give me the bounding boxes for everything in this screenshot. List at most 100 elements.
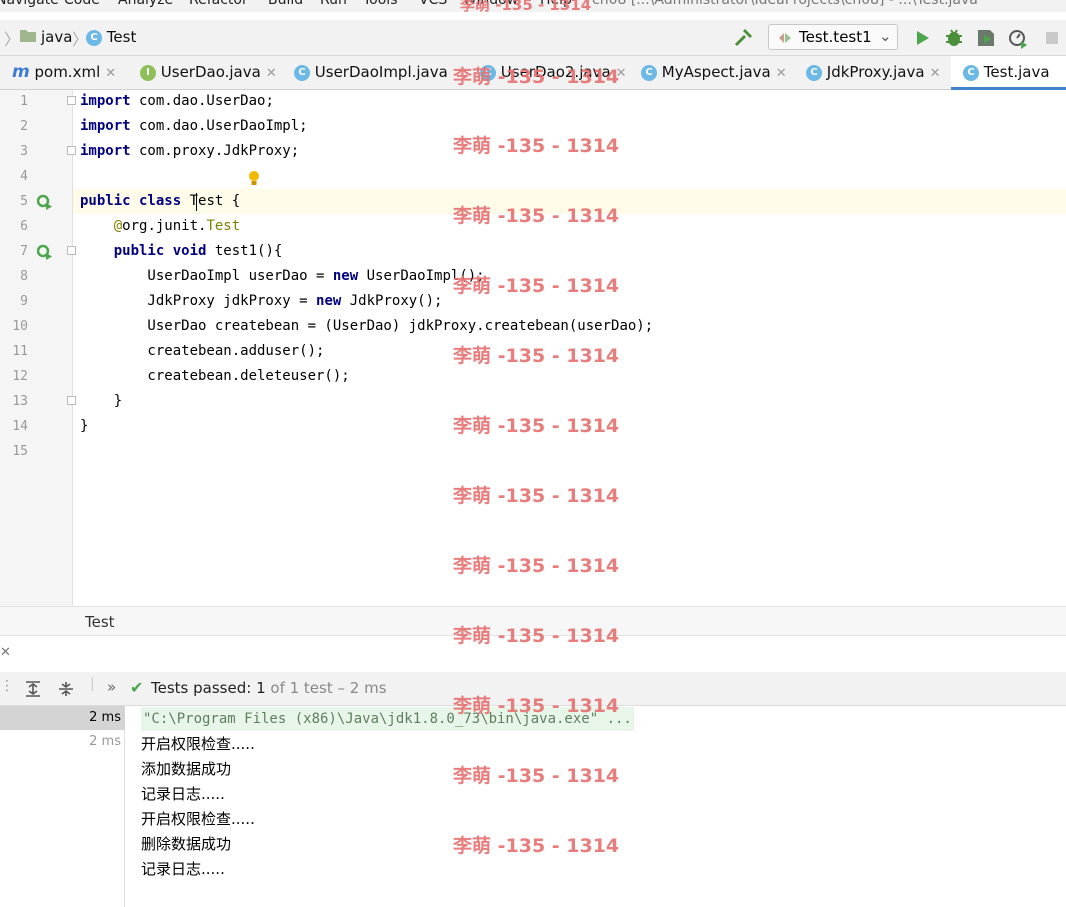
test-tree-row[interactable]: 2 ms: [0, 730, 125, 754]
toolbar-grip-icon: ⋮: [0, 678, 14, 694]
code-line: JdkProxy jdkProxy = new JdkProxy();: [80, 293, 443, 309]
class-icon: C: [294, 64, 310, 81]
tab-test-java[interactable]: C Test.java: [951, 56, 1066, 90]
breadcrumb-class[interactable]: C Test: [86, 28, 136, 46]
line-number: 1: [20, 94, 28, 109]
run-test-gutter-icon[interactable]: [37, 244, 53, 260]
collapse-all-icon[interactable]: [57, 680, 75, 698]
debug-icon[interactable]: [943, 27, 965, 49]
tab-userdaoimpl-java[interactable]: C UserDaoImpl.java: [294, 56, 448, 90]
watermark: 李萌 -135 - 1314: [453, 765, 620, 787]
menu-refactor[interactable]: Refactor: [189, 0, 248, 8]
fold-marker-icon[interactable]: [67, 146, 76, 155]
code-line: @org.junit.Test: [80, 218, 241, 234]
line-number: 14: [12, 419, 28, 434]
code-line: import com.dao.UserDao;: [80, 93, 274, 109]
text-caret: [196, 193, 197, 211]
run-test-gutter-icon[interactable]: [37, 194, 53, 210]
class-icon: C: [963, 64, 979, 81]
close-icon[interactable]: ✕: [930, 66, 941, 81]
test-status: Tests passed: 1 of 1 test – 2 ms: [151, 679, 387, 697]
watermark: 李萌 -135 - 1314: [453, 485, 620, 507]
tab-label: JdkProxy.java: [826, 63, 925, 81]
code-line: import com.dao.UserDaoImpl;: [80, 118, 308, 134]
tab-label: MyAspect.java: [661, 63, 771, 81]
line-number: 9: [20, 294, 28, 309]
code-line: UserDao createbean = (UserDao) jdkProxy.…: [80, 318, 654, 334]
breadcrumb-class-label: Test: [106, 28, 137, 46]
watermark: 李萌 -135 - 1314: [453, 345, 620, 367]
test-results-tree[interactable]: 2 ms 2 ms: [0, 706, 125, 907]
lightbulb-icon[interactable]: [248, 170, 260, 188]
watermark: 李萌 -135 - 1314: [453, 835, 620, 857]
console-line: 开启权限检查.....: [141, 810, 255, 828]
menu-navigate[interactable]: Navigate: [0, 0, 59, 8]
tab-jdkproxy-java[interactable]: C JdkProxy.java ✕: [806, 56, 940, 90]
expand-all-icon[interactable]: [24, 680, 42, 698]
close-icon[interactable]: ✕: [105, 66, 116, 81]
menu-tools[interactable]: Tools: [363, 0, 398, 8]
line-number: 10: [12, 319, 28, 334]
close-icon[interactable]: ✕: [0, 645, 11, 660]
folder-icon: [20, 30, 36, 42]
console-line: 开启权限检查.....: [141, 735, 255, 753]
code-line: UserDaoImpl userDao = new UserDaoImpl();: [80, 268, 485, 284]
class-icon: C: [641, 64, 657, 81]
structure-label[interactable]: Test: [85, 613, 115, 631]
code-line: }: [80, 418, 89, 434]
watermark: 李萌 -135 - 1314: [453, 135, 620, 157]
line-number: 3: [20, 144, 28, 159]
breadcrumb-separator-icon: 〉: [4, 30, 21, 49]
line-number: 4: [20, 169, 28, 184]
test-tree-row[interactable]: 2 ms: [0, 706, 125, 730]
breadcrumb-folder[interactable]: java: [41, 28, 72, 46]
tab-label: UserDao.java: [160, 63, 261, 81]
fold-marker-icon[interactable]: [67, 246, 76, 255]
code-line: import com.proxy.JdkProxy;: [80, 143, 300, 159]
check-icon: ✔: [130, 678, 144, 697]
code-line: createbean.adduser();: [80, 343, 325, 359]
profiler-icon[interactable]: [1007, 27, 1029, 49]
stop-icon[interactable]: [1041, 27, 1063, 49]
code-line: }: [80, 393, 123, 409]
menu-analyze[interactable]: Analyze: [118, 0, 173, 8]
close-icon[interactable]: ✕: [776, 66, 787, 81]
class-icon: C: [806, 64, 822, 81]
watermark: 李萌 -135 - 1314: [453, 205, 620, 227]
code-line: createbean.deleteuser();: [80, 368, 350, 384]
run-configuration-select[interactable]: Test.test1 ⌄: [768, 24, 898, 50]
console-line: 记录日志.....: [141, 860, 225, 878]
watermark: 李萌 -135 - 1314: [453, 275, 620, 297]
menu-build[interactable]: Build: [268, 0, 303, 8]
menu-vcs[interactable]: VCS: [419, 0, 447, 8]
fold-marker-icon[interactable]: [67, 396, 76, 405]
line-number: 15: [12, 444, 28, 459]
build-hammer-icon[interactable]: [733, 27, 755, 49]
class-icon: C: [86, 29, 102, 46]
maven-icon: m: [12, 62, 30, 82]
watermark: 李萌 -135 - 1314: [460, 0, 592, 14]
more-actions-icon[interactable]: »: [107, 678, 116, 696]
tab-label: Test.java: [983, 63, 1050, 81]
close-icon[interactable]: ✕: [266, 66, 277, 81]
interface-icon: I: [140, 64, 156, 81]
watermark: 李萌 -135 - 1314: [453, 66, 620, 88]
minimize-button[interactable]: —: [1030, 0, 1044, 6]
tab-pom-xml[interactable]: m pom.xml ✕: [12, 56, 116, 90]
menu-code[interactable]: Code: [64, 0, 100, 8]
console-line: 添加数据成功: [141, 760, 232, 778]
toolbar-separator: |: [90, 676, 95, 692]
line-number: 8: [20, 269, 28, 284]
run-with-coverage-icon[interactable]: [975, 27, 997, 49]
line-number: 5: [20, 194, 28, 209]
code-line: public class Test {: [80, 193, 241, 209]
fold-marker-icon[interactable]: [67, 96, 76, 105]
run-icon[interactable]: [911, 27, 933, 49]
code-line: public void test1(){: [80, 243, 283, 259]
tab-userdao-java[interactable]: I UserDao.java ✕: [140, 56, 277, 90]
watermark: 李萌 -135 - 1314: [453, 415, 620, 437]
tab-label: UserDaoImpl.java: [314, 63, 448, 81]
tab-myaspect-java[interactable]: C MyAspect.java ✕: [641, 56, 787, 90]
console-line: 删除数据成功: [141, 835, 232, 853]
menu-run[interactable]: Run: [320, 0, 347, 8]
